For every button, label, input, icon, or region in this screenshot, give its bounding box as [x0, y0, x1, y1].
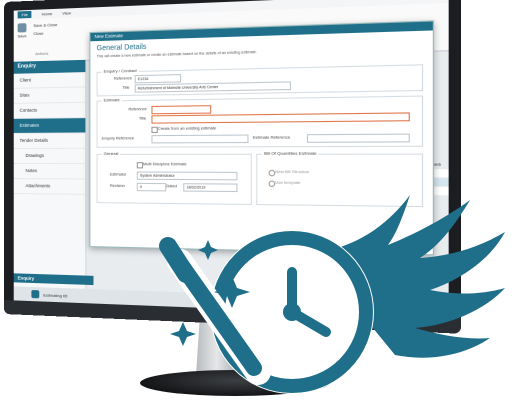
clock-icon	[210, 230, 374, 394]
speed-logo	[159, 195, 505, 394]
